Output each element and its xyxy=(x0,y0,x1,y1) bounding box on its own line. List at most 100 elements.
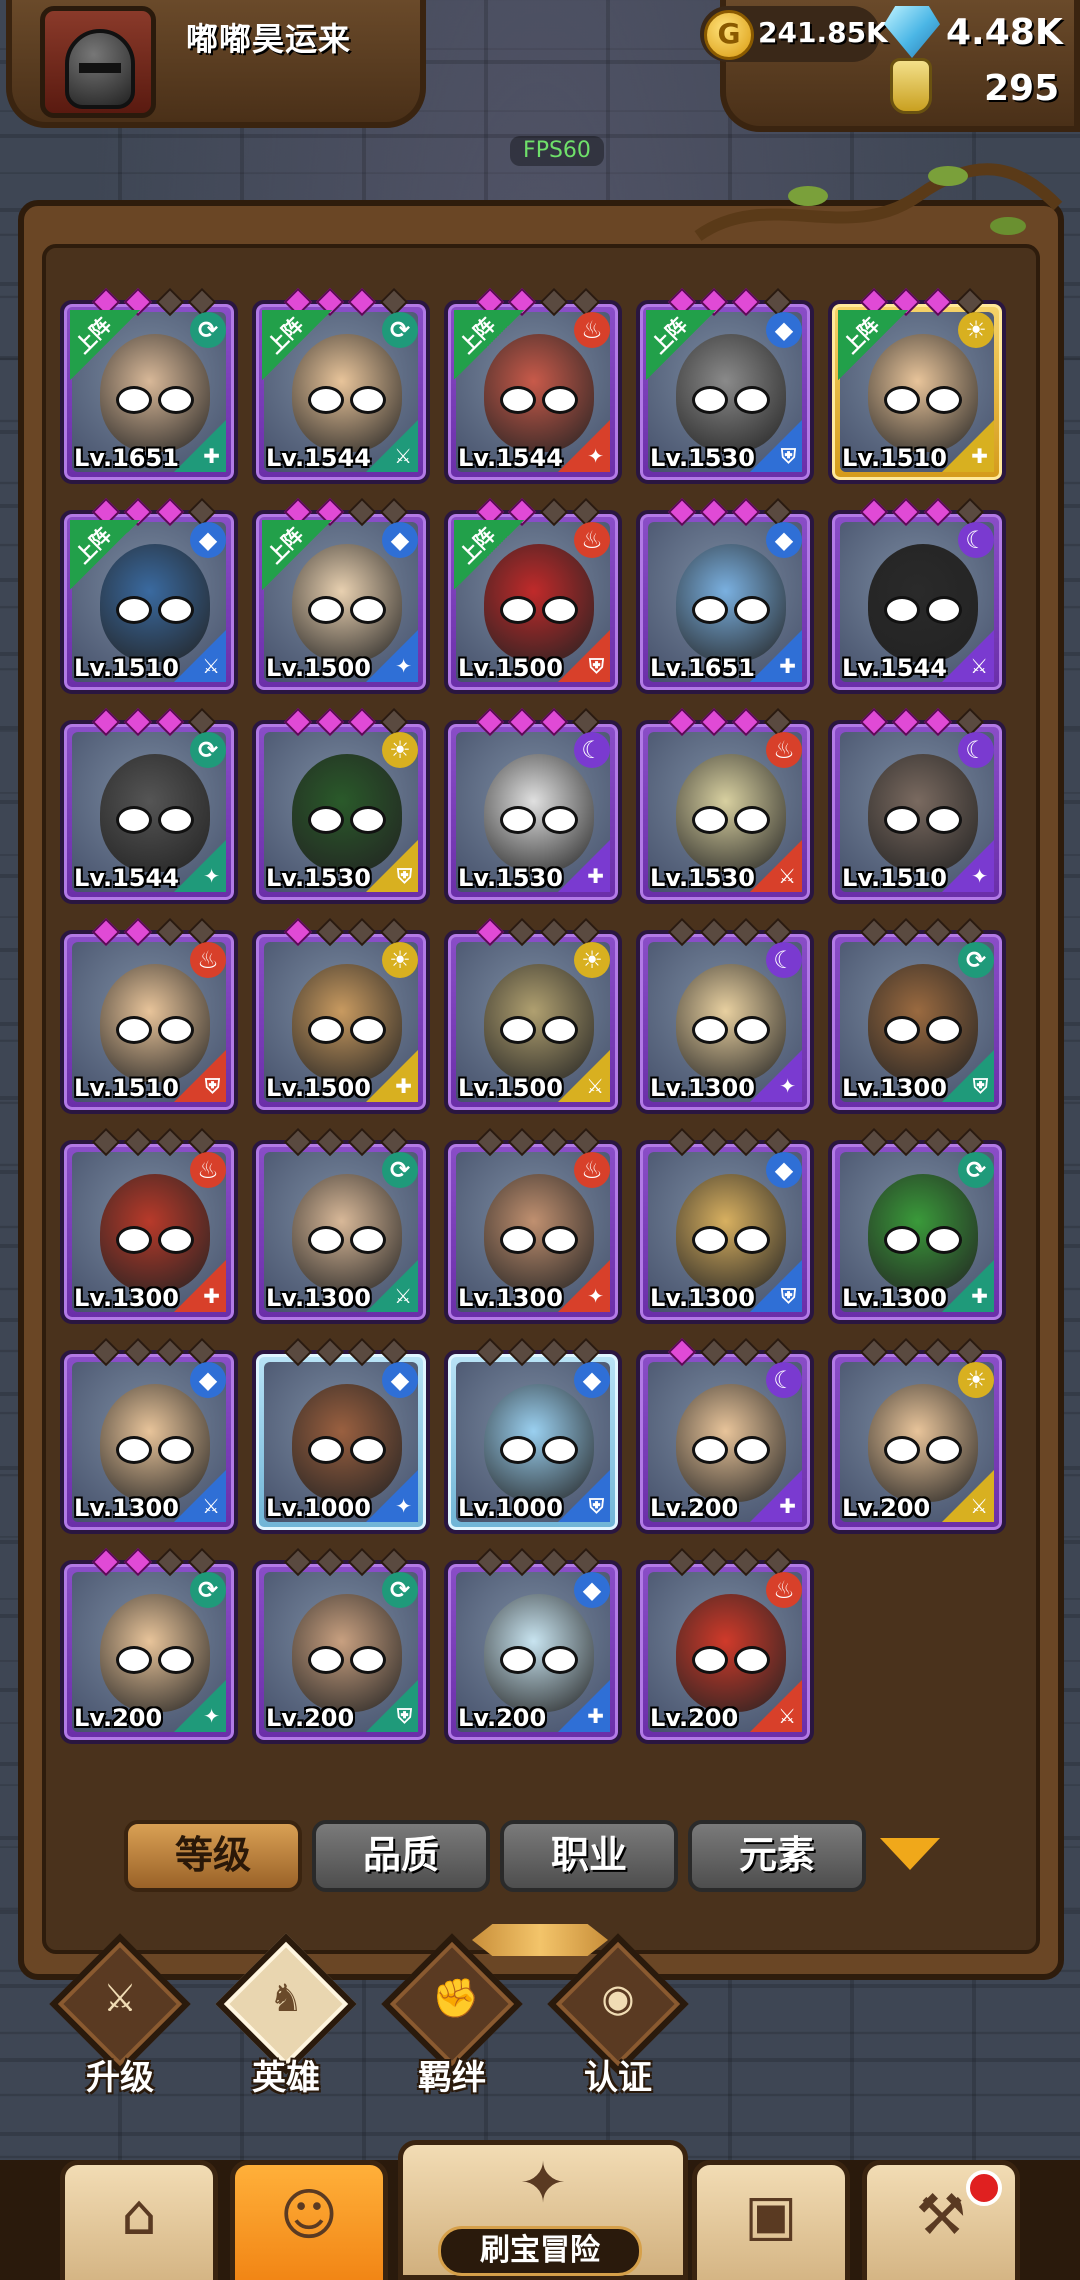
deployed-badge: 上阵 xyxy=(70,310,140,380)
tab-bonds[interactable]: ✊ 羁绊 xyxy=(381,1933,523,2100)
star-rating xyxy=(475,287,601,317)
knight-helmet-icon xyxy=(65,29,135,109)
tab-heroes[interactable]: ♞ 英雄 xyxy=(215,1933,357,2100)
hero-card[interactable]: ☀ ⚔ Lv.1500 xyxy=(444,917,622,1114)
hero-card[interactable]: ◆ ⛨ Lv.1000 xyxy=(444,1337,622,1534)
hero-level: Lv.1544 xyxy=(74,864,179,892)
sort-class-button[interactable]: 职业 xyxy=(500,1820,678,1892)
tab-upgrade-label: 升级 xyxy=(86,2058,154,2098)
hero-card[interactable]: ☾ ⚔ Lv.1544 xyxy=(828,497,1006,694)
star-diamond-icon xyxy=(315,1127,345,1157)
hero-card[interactable]: ♨ ✚ Lv.1300 xyxy=(60,1127,238,1324)
star-diamond-icon xyxy=(699,1337,729,1367)
hero-card[interactable]: ◆ ⚔ Lv.1300 xyxy=(60,1337,238,1534)
hero-level: Lv.1530 xyxy=(266,864,371,892)
star-diamond-icon xyxy=(507,1337,537,1367)
star-diamond-icon xyxy=(155,1547,185,1577)
star-rating xyxy=(859,917,985,947)
star-diamond-icon xyxy=(859,1337,889,1367)
fps-counter: FPS60 xyxy=(510,136,604,166)
star-diamond-icon xyxy=(667,917,697,947)
hero-card[interactable]: ♨ ✦ Lv.1300 xyxy=(444,1127,622,1324)
hero-card[interactable]: ⟳ ✚ Lv.1300 xyxy=(828,1127,1006,1324)
hero-card[interactable]: ♨ ⛨ Lv.1510 xyxy=(60,917,238,1114)
hero-card[interactable]: ⟳ ⛨ Lv.1300 xyxy=(828,917,1006,1114)
gold-value: 241.85K xyxy=(758,16,888,49)
hero-eyes xyxy=(116,1016,194,1044)
star-diamond-icon xyxy=(539,287,569,317)
star-rating xyxy=(283,1547,409,1577)
hero-eyes xyxy=(692,806,770,834)
star-diamond-icon xyxy=(667,497,697,527)
hero-card[interactable]: ☾ ✚ Lv.1530 xyxy=(444,707,622,904)
star-diamond-icon xyxy=(699,917,729,947)
star-diamond-icon xyxy=(731,1547,761,1577)
light-element-icon: ☀ xyxy=(958,312,994,348)
star-diamond-icon xyxy=(155,917,185,947)
hero-card[interactable]: ♨ ⚔ Lv.200 xyxy=(636,1547,814,1744)
avatar[interactable] xyxy=(40,6,156,118)
hero-card[interactable]: ◆ ✦ Lv.1000 xyxy=(252,1337,430,1534)
hero-card[interactable]: 上阵 ☀ ✚ Lv.1510 xyxy=(828,287,1006,484)
star-diamond-icon xyxy=(539,497,569,527)
hero-card[interactable]: 上阵 ◆ ⚔ Lv.1510 xyxy=(60,497,238,694)
hero-eyes xyxy=(500,806,578,834)
hero-card[interactable]: ⟳ ⚔ Lv.1300 xyxy=(252,1127,430,1324)
sort-element-button[interactable]: 元素 xyxy=(688,1820,866,1892)
star-diamond-icon xyxy=(923,707,953,737)
star-diamond-icon xyxy=(123,1547,153,1577)
tab-upgrade[interactable]: ⚔ 升级 xyxy=(49,1933,191,2100)
star-diamond-icon xyxy=(123,1127,153,1157)
hero-card[interactable]: ♨ ⚔ Lv.1530 xyxy=(636,707,814,904)
hero-card[interactable]: 上阵 ♨ ⛨ Lv.1500 xyxy=(444,497,622,694)
hero-level: Lv.1510 xyxy=(842,444,947,472)
star-diamond-icon xyxy=(731,1127,761,1157)
star-diamond-icon xyxy=(731,707,761,737)
hero-eyes xyxy=(308,1436,386,1464)
star-rating xyxy=(283,1337,409,1367)
nav-adventure-label: 刷宝冒险 xyxy=(438,2226,642,2276)
hero-card[interactable]: ☀ ✚ Lv.1500 xyxy=(252,917,430,1114)
star-rating xyxy=(475,1127,601,1157)
hero-icon: ♞ xyxy=(268,1976,304,2020)
hero-card[interactable]: ☀ ⛨ Lv.1530 xyxy=(252,707,430,904)
star-rating xyxy=(859,1127,985,1157)
hero-card[interactable]: ⟳ ✦ Lv.1544 xyxy=(60,707,238,904)
nav-shop-button[interactable]: ⌂ xyxy=(60,2160,218,2280)
hero-card[interactable]: 上阵 ◆ ✦ Lv.1500 xyxy=(252,497,430,694)
hero-card[interactable]: ☾ ✦ Lv.1510 xyxy=(828,707,1006,904)
hero-card[interactable]: 上阵 ♨ ✦ Lv.1544 xyxy=(444,287,622,484)
wind-element-icon: ⟳ xyxy=(958,1152,994,1188)
hero-card[interactable]: ⟳ ✦ Lv.200 xyxy=(60,1547,238,1744)
star-diamond-icon xyxy=(667,707,697,737)
hero-card[interactable]: 上阵 ◆ ⛨ Lv.1530 xyxy=(636,287,814,484)
gold-coin-icon: G xyxy=(704,10,754,60)
hero-card[interactable]: ☾ ✦ Lv.1300 xyxy=(636,917,814,1114)
hero-card[interactable]: ☀ ⚔ Lv.200 xyxy=(828,1337,1006,1534)
hero-card[interactable]: ⟳ ⛨ Lv.200 xyxy=(252,1547,430,1744)
sort-order-toggle-icon[interactable] xyxy=(880,1838,940,1870)
star-diamond-icon xyxy=(283,1547,313,1577)
hero-card[interactable]: 上阵 ⟳ ⚔ Lv.1544 xyxy=(252,287,430,484)
hero-card[interactable]: ☾ ✚ Lv.200 xyxy=(636,1337,814,1534)
hero-card[interactable]: ◆ ⛨ Lv.1300 xyxy=(636,1127,814,1324)
star-diamond-icon xyxy=(891,1127,921,1157)
hero-card[interactable]: ◆ ✚ Lv.200 xyxy=(444,1547,622,1744)
star-rating xyxy=(283,497,409,527)
tab-certify[interactable]: ◉ 认证 xyxy=(547,1933,689,2100)
star-diamond-icon xyxy=(155,1337,185,1367)
hero-card[interactable]: 上阵 ⟳ ✚ Lv.1651 xyxy=(60,287,238,484)
nav-bag-button[interactable]: ▣ xyxy=(692,2160,850,2280)
star-diamond-icon xyxy=(283,917,313,947)
shop-icon: ⌂ xyxy=(121,2183,157,2248)
star-rating xyxy=(283,1127,409,1157)
sort-quality-button[interactable]: 品质 xyxy=(312,1820,490,1892)
wind-element-icon: ⟳ xyxy=(190,312,226,348)
deployed-badge: 上阵 xyxy=(646,310,716,380)
star-rating xyxy=(859,287,985,317)
nav-heroes-button[interactable]: ☺ xyxy=(230,2160,388,2280)
hero-card[interactable]: ◆ ✚ Lv.1651 xyxy=(636,497,814,694)
star-diamond-icon xyxy=(155,497,185,527)
potion-icon[interactable] xyxy=(890,58,932,114)
sort-level-button[interactable]: 等级 xyxy=(124,1820,302,1892)
